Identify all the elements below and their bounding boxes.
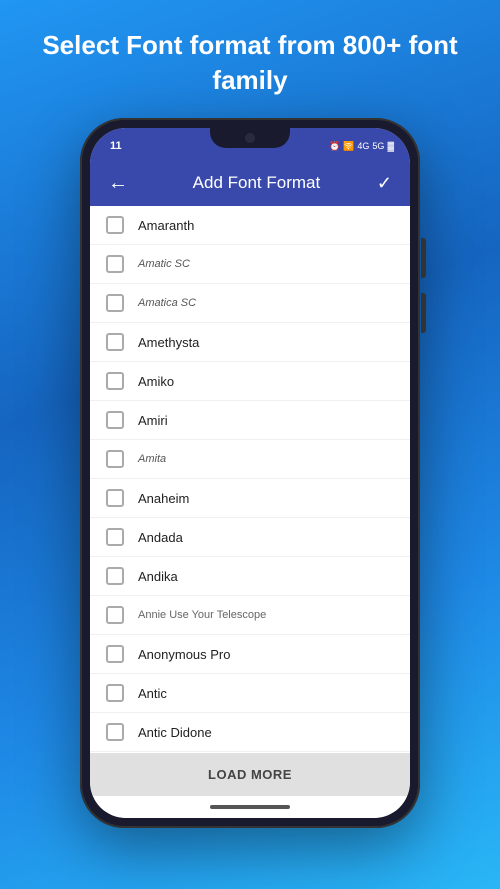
font-name-label: Amiri	[138, 413, 168, 428]
volume-up-button[interactable]	[421, 238, 426, 278]
signal-icon: 4G	[357, 141, 369, 151]
font-name-label: Annie Use Your Telescope	[138, 609, 266, 621]
font-checkbox[interactable]	[106, 372, 124, 390]
font-checkbox[interactable]	[106, 294, 124, 312]
confirm-button[interactable]: ✓	[373, 169, 396, 198]
page-header-text: Select Font format from 800+ font family	[0, 0, 500, 118]
font-list-item[interactable]: Anaheim	[90, 479, 410, 518]
font-name-label: Anaheim	[138, 491, 189, 506]
font-name-label: Amita	[138, 453, 166, 465]
font-list-item[interactable]: Amaranth	[90, 206, 410, 245]
font-checkbox[interactable]	[106, 411, 124, 429]
app-bar: ← Add Font Format ✓	[90, 160, 410, 206]
font-list-item[interactable]: Amatica SC	[90, 284, 410, 323]
font-checkbox[interactable]	[106, 528, 124, 546]
font-checkbox[interactable]	[106, 723, 124, 741]
back-button[interactable]: ←	[104, 168, 132, 199]
font-checkbox[interactable]	[106, 645, 124, 663]
app-bar-title: Add Font Format	[140, 173, 373, 193]
font-list-item[interactable]: Amiri	[90, 401, 410, 440]
font-checkbox[interactable]	[106, 216, 124, 234]
font-checkbox[interactable]	[106, 333, 124, 351]
status-time: 11	[110, 140, 122, 152]
font-name-label: Antic	[138, 686, 167, 701]
load-more-button[interactable]: LOAD MORE	[90, 753, 410, 796]
font-list-item[interactable]: Antic Didone	[90, 713, 410, 752]
font-checkbox[interactable]	[106, 255, 124, 273]
font-name-label: Andika	[138, 569, 178, 584]
font-list-item[interactable]: Anonymous Pro	[90, 635, 410, 674]
status-bar: 11 ⏰ 🛜 4G 5G ▓	[90, 128, 410, 160]
phone-screen: 11 ⏰ 🛜 4G 5G ▓ ← Add Font Format ✓ Amara…	[90, 128, 410, 818]
font-name-label: Amaranth	[138, 218, 194, 233]
font-list-item[interactable]: Amita	[90, 440, 410, 479]
font-list-item[interactable]: Amiko	[90, 362, 410, 401]
font-name-label: Anonymous Pro	[138, 647, 231, 662]
font-list-item[interactable]: Andika	[90, 557, 410, 596]
font-name-label: Antic Didone	[138, 725, 212, 740]
font-name-label: Amatic SC	[138, 258, 190, 270]
font-checkbox[interactable]	[106, 489, 124, 507]
font-name-label: Amiko	[138, 374, 174, 389]
font-name-label: Amatica SC	[138, 297, 196, 309]
font-checkbox[interactable]	[106, 606, 124, 624]
status-icons: ⏰ 🛜 4G 5G ▓	[329, 141, 394, 152]
font-list-item[interactable]: Andada	[90, 518, 410, 557]
volume-down-button[interactable]	[421, 293, 426, 333]
font-list-item[interactable]: Annie Use Your Telescope	[90, 596, 410, 635]
font-list-item[interactable]: Antic	[90, 674, 410, 713]
font-list-item[interactable]: Amethysta	[90, 323, 410, 362]
battery-icon: ▓	[387, 141, 394, 151]
signal2-icon: 5G	[372, 141, 384, 151]
home-indicator	[90, 796, 410, 818]
font-name-label: Amethysta	[138, 335, 199, 350]
font-list: Amaranth Amatic SC Amatica SC Amethysta Amik…	[90, 206, 410, 753]
font-list-item[interactable]: Amatic SC	[90, 245, 410, 284]
home-bar	[210, 805, 290, 809]
font-checkbox[interactable]	[106, 684, 124, 702]
font-checkbox[interactable]	[106, 567, 124, 585]
phone-wrapper: 11 ⏰ 🛜 4G 5G ▓ ← Add Font Format ✓ Amara…	[80, 118, 420, 828]
alarm-icon: ⏰	[329, 141, 340, 152]
font-name-label: Andada	[138, 530, 183, 545]
font-checkbox[interactable]	[106, 450, 124, 468]
wifi-icon: 🛜	[343, 141, 354, 152]
